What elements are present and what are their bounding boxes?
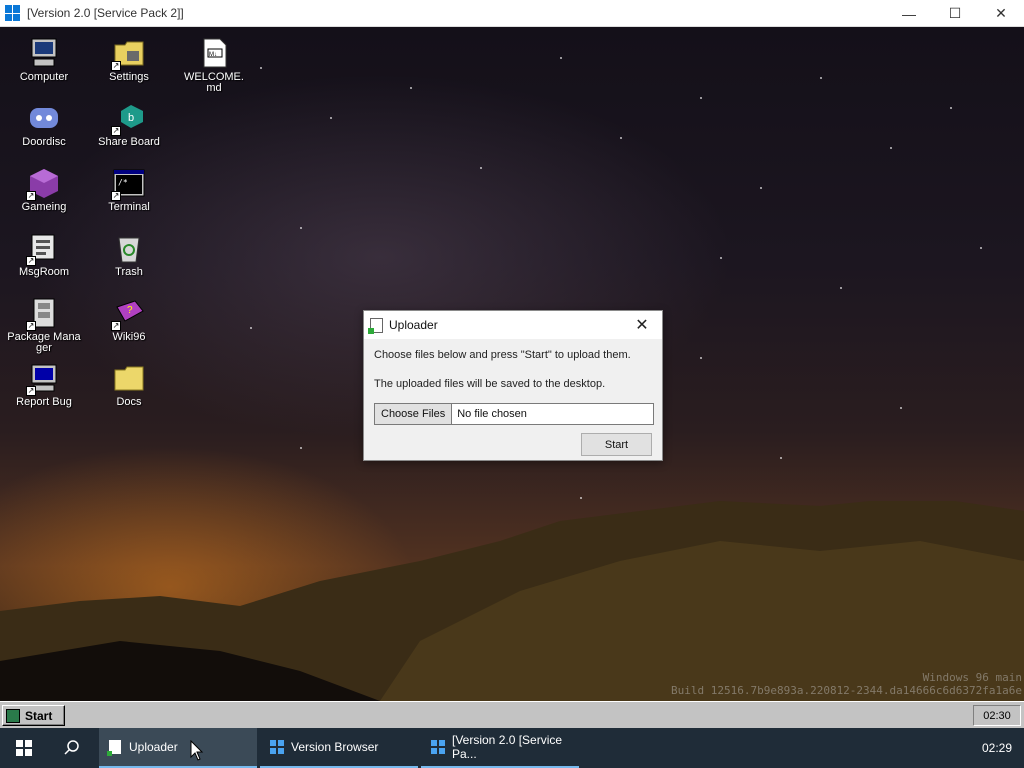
icon-label: MsgRoom bbox=[18, 266, 70, 278]
doordisc-icon bbox=[28, 102, 60, 134]
taskbar-app-uploader[interactable]: Uploader bbox=[99, 728, 257, 768]
docs-folder-icon bbox=[113, 362, 145, 394]
msgroom-icon: ↗ bbox=[26, 232, 60, 266]
terminal-icon: /* ↗ bbox=[111, 167, 145, 201]
maximize-button[interactable]: ☐ bbox=[932, 0, 978, 27]
file-input[interactable]: Choose Files No file chosen bbox=[374, 403, 654, 425]
minimize-button[interactable]: — bbox=[886, 0, 932, 27]
uploader-dialog: Uploader ✕ Choose files below and press … bbox=[363, 310, 663, 461]
icon-label: Share Board bbox=[98, 136, 160, 148]
share-board-icon: b ↗ bbox=[111, 102, 145, 136]
desktop-icon-gameing[interactable]: ↗ Gameing bbox=[6, 167, 82, 213]
host-taskbar: Uploader Version Browser [Version 2.0 [S… bbox=[0, 728, 1024, 768]
w96-start-label: Start bbox=[25, 708, 53, 723]
taskbar-app-label: [Version 2.0 [Service Pa... bbox=[452, 733, 563, 761]
host-titlebar: [Version 2.0 [Service Pack 2]] — ☐ ✕ bbox=[0, 0, 1024, 27]
windows-logo-icon bbox=[5, 5, 21, 21]
close-button[interactable]: ✕ bbox=[978, 0, 1024, 27]
icon-label: Wiki96 bbox=[112, 331, 146, 343]
shortcut-arrow-icon: ↗ bbox=[26, 191, 36, 201]
uploader-note: The uploaded files will be saved to the … bbox=[374, 378, 606, 390]
uploader-body: Choose files below and press "Start" to … bbox=[364, 339, 662, 435]
desktop-icon-computer[interactable]: Computer bbox=[6, 37, 82, 83]
desktop-icon-share-board[interactable]: b ↗ Share Board bbox=[91, 102, 167, 148]
shortcut-arrow-icon: ↗ bbox=[26, 256, 36, 266]
uploader-close-button[interactable]: ✕ bbox=[632, 315, 652, 335]
report-bug-icon: ↗ bbox=[26, 362, 60, 396]
package-manager-icon: ↗ bbox=[26, 297, 60, 331]
desktop-icon-msgroom[interactable]: ↗ MsgRoom bbox=[6, 232, 82, 278]
icon-label: Report Bug bbox=[16, 396, 72, 408]
desktop-icon-wiki96[interactable]: ? ↗ Wiki96 bbox=[91, 297, 167, 343]
shortcut-arrow-icon: ↗ bbox=[111, 191, 121, 201]
desktop-icon-trash[interactable]: Trash bbox=[91, 232, 167, 278]
taskbar-app-label: Version Browser bbox=[291, 740, 379, 754]
desktop-icon-welcome-md[interactable]: M↓ WELCOME.md bbox=[176, 37, 252, 94]
desktop-icon-terminal[interactable]: /* ↗ Terminal bbox=[91, 167, 167, 213]
taskbar-app-label: Uploader bbox=[129, 740, 178, 754]
icon-label: Package Manager bbox=[7, 331, 81, 354]
shortcut-arrow-icon: ↗ bbox=[26, 386, 36, 396]
icon-label: Docs bbox=[116, 396, 142, 408]
computer-icon bbox=[28, 37, 60, 69]
shortcut-arrow-icon: ↗ bbox=[111, 321, 121, 331]
desktop-icon-doordisc[interactable]: Doordisc bbox=[6, 102, 82, 148]
markdown-file-icon: M↓ bbox=[198, 37, 230, 69]
host-window-controls: — ☐ ✕ bbox=[886, 0, 1024, 27]
search-icon bbox=[64, 740, 79, 755]
watermark-line: Build 12516.7b9e893a.220812-2344.da14666… bbox=[671, 684, 1022, 697]
icon-label: Trash bbox=[115, 266, 143, 278]
shortcut-arrow-icon: ↗ bbox=[26, 321, 36, 331]
icon-label: WELCOME.md bbox=[184, 71, 244, 94]
w96-clock: 02:30 bbox=[973, 705, 1021, 726]
uploader-titlebar[interactable]: Uploader ✕ bbox=[364, 311, 662, 339]
taskbar-app-version-2[interactable]: [Version 2.0 [Service Pa... bbox=[421, 728, 579, 768]
taskbar-app-version-browser[interactable]: Version Browser bbox=[260, 728, 418, 768]
shortcut-arrow-icon: ↗ bbox=[111, 61, 121, 71]
svg-text:M↓: M↓ bbox=[209, 52, 217, 58]
windows-start-button[interactable] bbox=[0, 728, 48, 768]
gameing-cube-icon: ↗ bbox=[26, 167, 60, 201]
desktop-icon-settings[interactable]: ↗ Settings bbox=[91, 37, 167, 83]
w96-start-button[interactable]: Start bbox=[2, 705, 65, 726]
settings-folder-icon: ↗ bbox=[111, 37, 145, 71]
svg-text:/*: /* bbox=[118, 178, 128, 187]
w96-logo-icon bbox=[6, 708, 20, 723]
w96-taskbar: Start 02:30 bbox=[0, 701, 1024, 728]
start-upload-button[interactable]: Start bbox=[581, 433, 652, 456]
shortcut-arrow-icon: ↗ bbox=[111, 126, 121, 136]
file-status-text: No file chosen bbox=[457, 408, 527, 420]
mouse-cursor-icon bbox=[190, 740, 204, 761]
desktop-icon-report-bug[interactable]: ↗ Report Bug bbox=[6, 362, 82, 408]
desktop-icon-docs[interactable]: Docs bbox=[91, 362, 167, 408]
svg-text:?: ? bbox=[127, 305, 133, 316]
uploader-instruction: Choose files below and press "Start" to … bbox=[374, 349, 631, 361]
svg-text:b: b bbox=[128, 112, 134, 124]
choose-files-button[interactable]: Choose Files bbox=[375, 404, 453, 424]
windows-logo-icon bbox=[16, 740, 32, 756]
windows-logo-icon bbox=[431, 740, 445, 754]
desktop-icon-package-manager[interactable]: ↗ Package Manager bbox=[6, 297, 82, 354]
windows-logo-icon bbox=[270, 740, 284, 754]
watermark-line: Windows 96 main bbox=[922, 671, 1022, 684]
trash-icon bbox=[113, 232, 145, 264]
taskbar-clock: 02:29 bbox=[981, 741, 1012, 755]
icon-label: Gameing bbox=[21, 201, 67, 213]
taskbar-search-button[interactable] bbox=[48, 728, 96, 768]
icon-label: Terminal bbox=[108, 201, 150, 213]
wiki96-book-icon: ? ↗ bbox=[111, 297, 145, 331]
upload-file-icon bbox=[368, 317, 383, 334]
host-window-title: [Version 2.0 [Service Pack 2]] bbox=[27, 6, 184, 20]
icon-label: Doordisc bbox=[22, 136, 66, 148]
build-watermark: Windows 96 main Build 12516.7b9e893a.220… bbox=[671, 671, 1022, 697]
icon-label: Computer bbox=[19, 71, 69, 83]
uploader-title: Uploader bbox=[389, 318, 438, 332]
upload-file-icon bbox=[107, 740, 121, 756]
icon-label: Settings bbox=[109, 71, 149, 83]
